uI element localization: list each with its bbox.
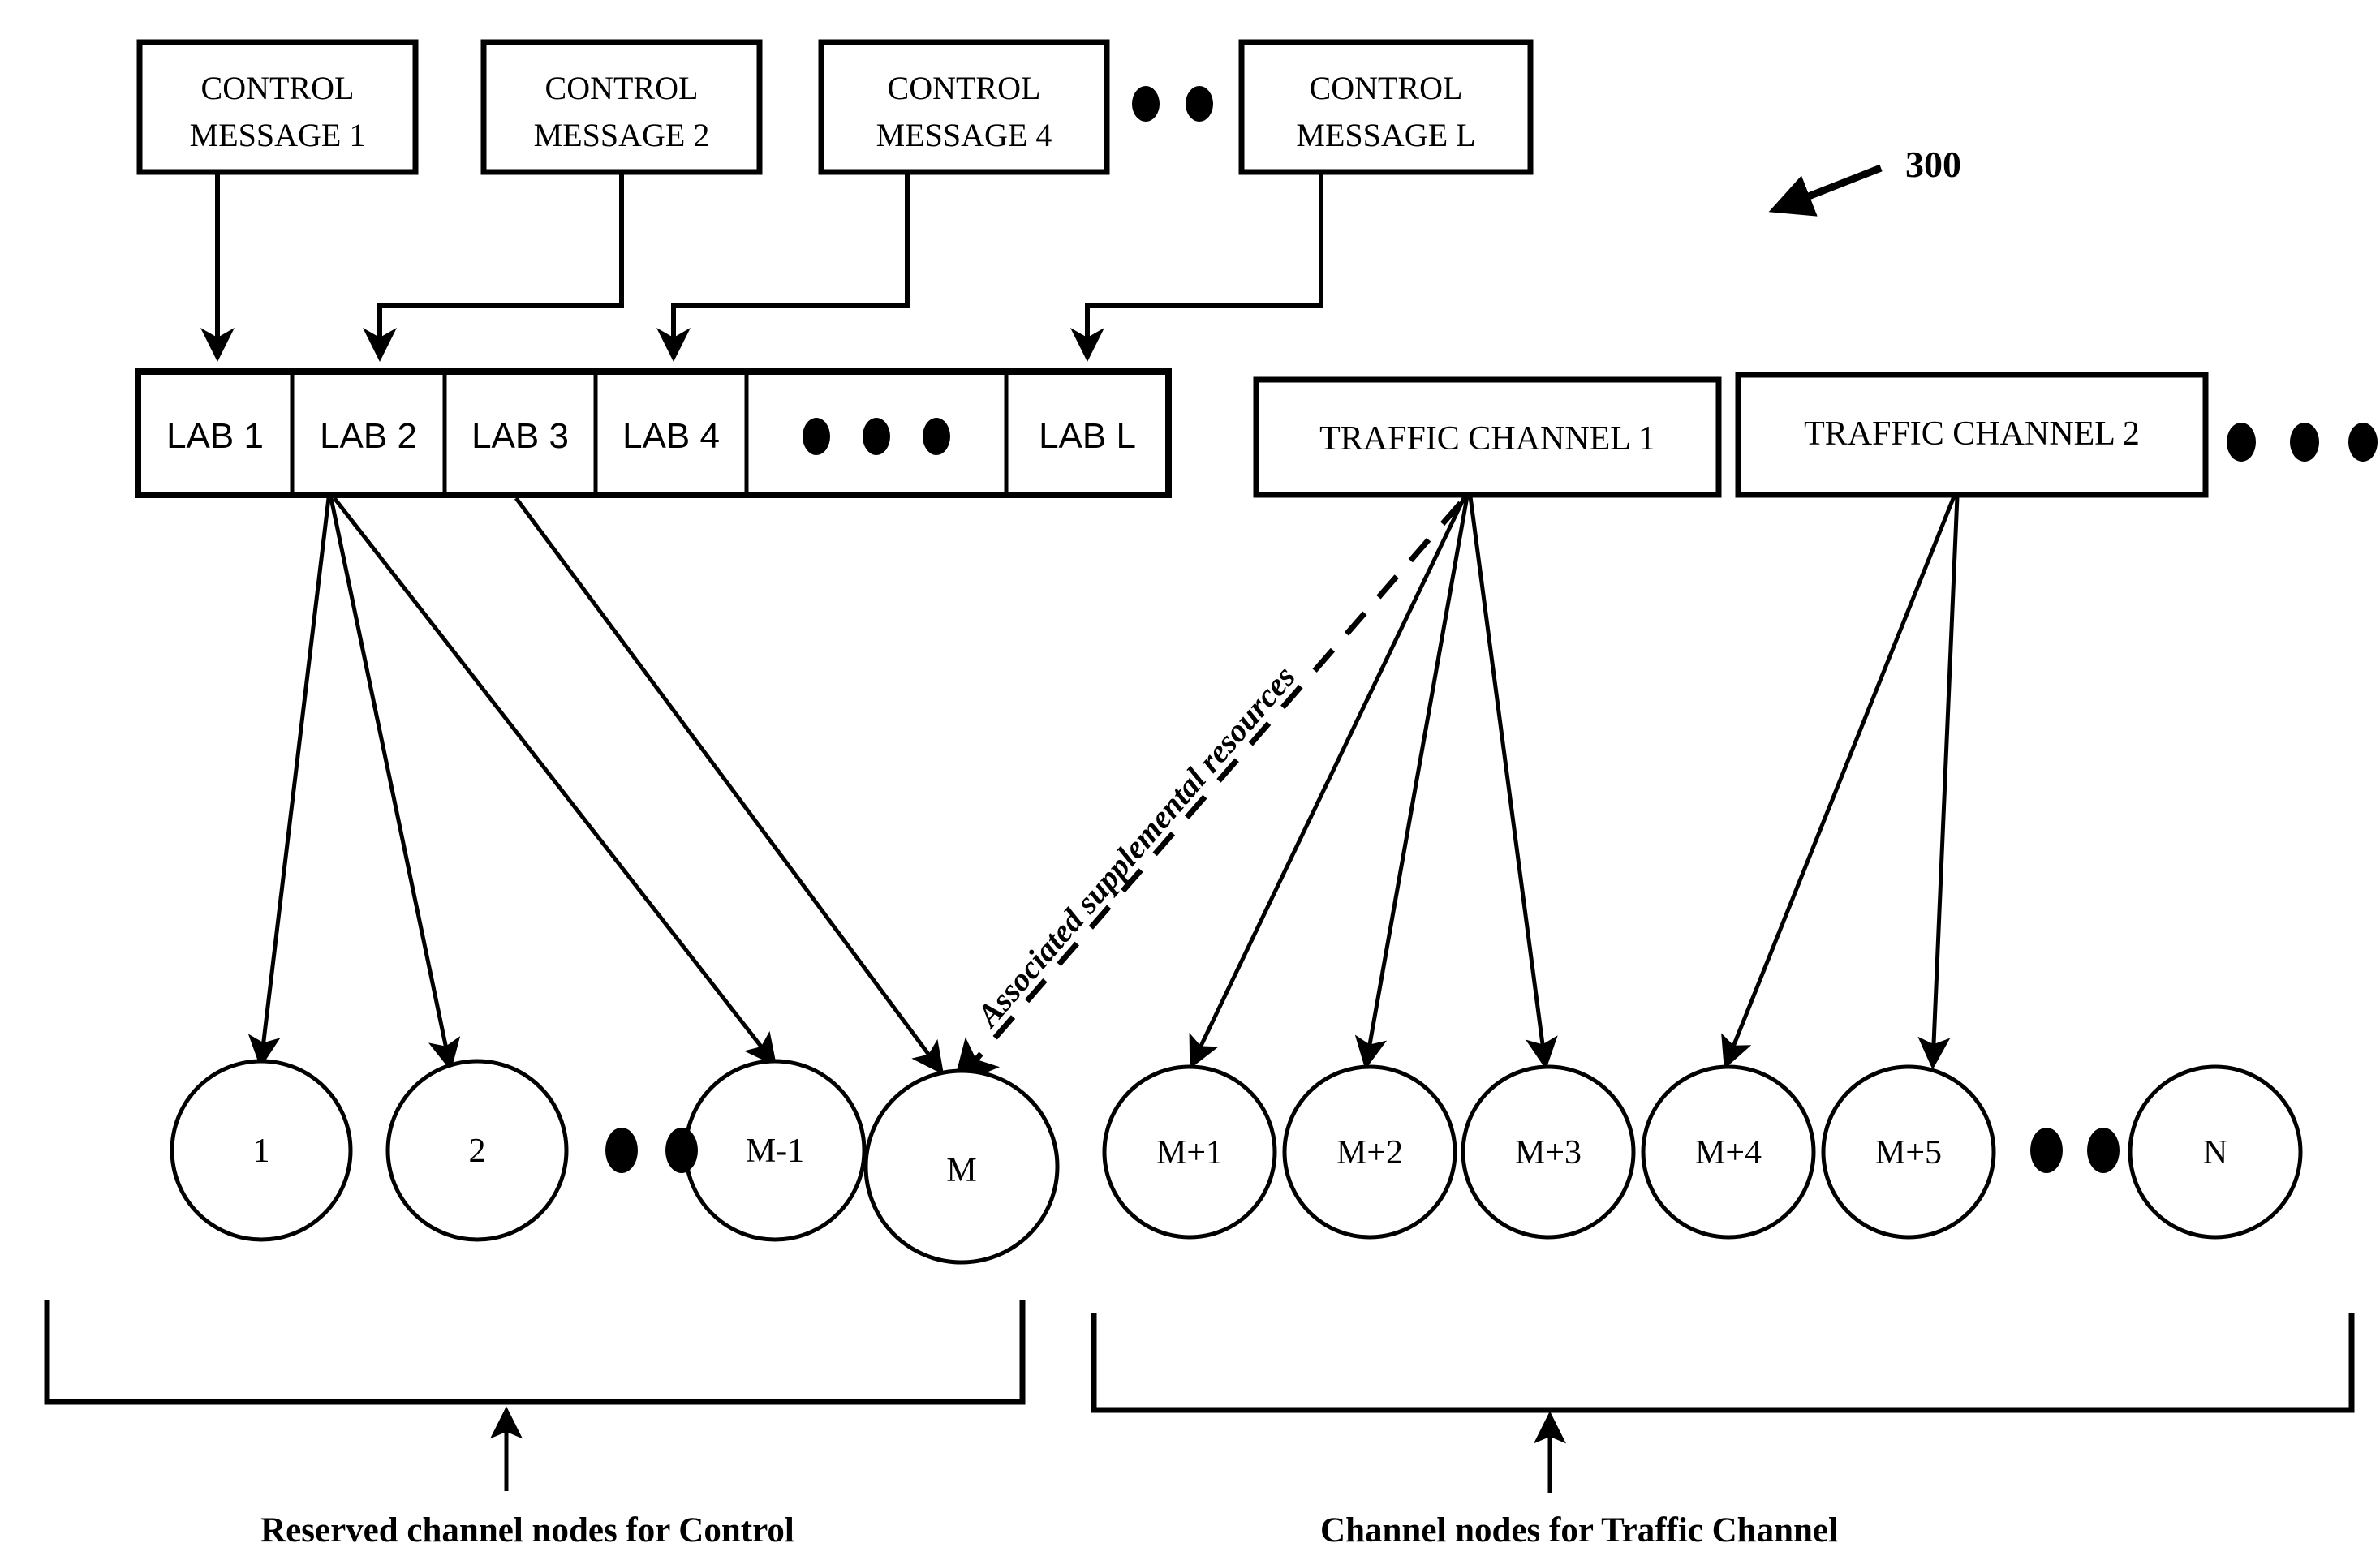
traffic-channel-ellipsis-dot-2	[2290, 423, 2319, 462]
channel-node-label-m-plus-2: M+2	[1336, 1134, 1403, 1171]
bracket-traffic-channel-nodes	[1091, 1313, 2355, 1413]
control-message-4-line2: MESSAGE 4	[876, 117, 1052, 153]
reference-numeral-leader	[1768, 164, 1883, 217]
diagram-canvas: CONTROL MESSAGE 1 CONTROL MESSAGE 2 CONT…	[44, 39, 2378, 1550]
bottom-brackets	[44, 1300, 2355, 1493]
arrow-lab2-to-node-1	[247, 497, 331, 1068]
lab-ellipsis-dot-2	[863, 418, 890, 455]
traffic-channel-to-node-arrows	[1189, 495, 1960, 1070]
arrow-lab2-to-node-m-1	[333, 496, 777, 1067]
channel-node-label-m-plus-4: M+4	[1695, 1134, 1762, 1171]
channel-node-label-m: M	[946, 1152, 976, 1189]
lab-to-node-arrows	[247, 496, 945, 1075]
associated-supplemental-resources-line	[953, 501, 1463, 1087]
reference-numeral-300: 300	[1905, 144, 1961, 185]
traffic-channel-ellipsis-dot-1	[2227, 423, 2256, 462]
lab-label-L: LAB L	[1039, 416, 1136, 456]
connector-cm2-to-lab2	[363, 172, 624, 362]
channel-node-label-m-minus-1: M-1	[746, 1133, 804, 1170]
bottom-captions: Reserved channel nodes for Control Chann…	[260, 1511, 1838, 1550]
channel-node-circles	[170, 1059, 2303, 1265]
dashed-connector-tc1-to-node-m	[953, 501, 1463, 1087]
traffic-channel-ellipsis-dot-3	[2348, 423, 2378, 462]
lab-ellipsis-dot-1	[803, 418, 830, 455]
channel-node-label-m-plus-1: M+1	[1156, 1134, 1223, 1171]
node-ellipsis-dot-left-1	[605, 1128, 638, 1173]
arrow-lab2-to-node-2	[329, 497, 461, 1072]
lab-label-4: LAB 4	[622, 416, 720, 456]
bracket-reserved-control-nodes	[44, 1300, 1026, 1405]
caption-left-line1: Reserved channel nodes for Control	[260, 1511, 794, 1550]
node-ellipsis-dot-right-2	[2087, 1128, 2120, 1173]
channel-node-label-m-plus-5: M+5	[1875, 1134, 1942, 1171]
arrow-tc2-to-node-m-plus-4	[1721, 496, 1956, 1069]
control-message-L-line2: MESSAGE L	[1296, 117, 1475, 153]
connector-cml-to-labl	[1070, 172, 1323, 362]
lab-ellipsis-dot-3	[923, 418, 950, 455]
arrow-tc1-to-node-m-plus-2	[1354, 496, 1470, 1070]
channel-node-label-n: N	[2203, 1134, 2227, 1171]
figure-300-diagram: CONTROL MESSAGE 1 CONTROL MESSAGE 2 CONT…	[0, 0, 2380, 1556]
lab-label-1: LAB 1	[166, 416, 264, 456]
control-message-2-line1: CONTROL	[545, 70, 699, 106]
traffic-channel-label-2: TRAFFIC CHANNEL 2	[1804, 415, 2140, 453]
control-message-1-line2: MESSAGE 1	[190, 117, 366, 153]
control-message-to-lab-connectors	[200, 172, 1323, 362]
control-message-L-line1: CONTROL	[1310, 70, 1463, 106]
arrow-lab3-to-node-m	[514, 496, 945, 1075]
node-ellipsis-dot-right-1	[2030, 1128, 2063, 1173]
arrow-tc1-to-node-m-plus-3	[1468, 496, 1558, 1070]
traffic-channel-labels: TRAFFIC CHANNEL 1 TRAFFIC CHANNEL 2	[1319, 415, 2140, 458]
lab-label-2: LAB 2	[320, 416, 417, 456]
control-message-4-line1: CONTROL	[888, 70, 1041, 106]
node-ellipsis-dot-left-2	[665, 1128, 698, 1173]
lab-label-3: LAB 3	[471, 416, 569, 456]
arrow-tc2-to-node-m-plus-5	[1917, 496, 1960, 1070]
channel-node-label-2: 2	[469, 1133, 486, 1170]
channel-node-label-1: 1	[253, 1133, 270, 1170]
traffic-channel-label-1: TRAFFIC CHANNEL 1	[1319, 420, 1655, 458]
associated-supplemental-resources-label: Associated supplemental resources	[968, 659, 1302, 1035]
caption-right-line1: Channel nodes for Traffic Channel	[1320, 1511, 1838, 1550]
arrow-tc1-to-node-m-plus-1	[1189, 495, 1467, 1069]
control-message-2-line2: MESSAGE 2	[534, 117, 710, 153]
channel-node-label-m-plus-3: M+3	[1515, 1134, 1582, 1171]
control-message-ellipsis	[1132, 86, 1213, 122]
control-message-1-line1: CONTROL	[201, 70, 355, 106]
connector-cm4-to-lab4	[656, 172, 910, 362]
